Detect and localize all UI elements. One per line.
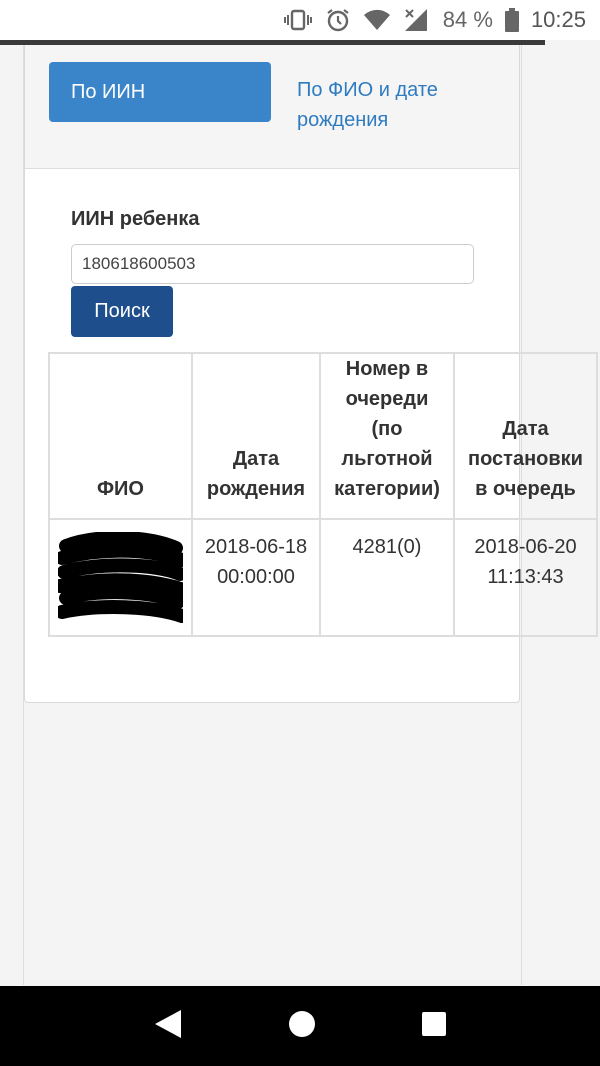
birth-date-cell: 2018-06-18 00:00:00: [191, 518, 321, 637]
results-table: ФИО Дата рождения Номер в очереди (по ль…: [48, 352, 598, 637]
battery-percent: 84 %: [442, 7, 493, 32]
column-header-birth-date: Дата рождения: [191, 352, 321, 520]
registration-date-cell: 2018-06-20 11:13:43: [453, 518, 598, 637]
vibrate-icon: [283, 8, 313, 32]
wifi-icon: [363, 9, 391, 31]
redacted-name: [58, 532, 183, 624]
tab-search-by-fio-and-birthdate[interactable]: По ФИО и дате рождения: [297, 75, 487, 135]
signal-icon: [403, 8, 429, 32]
table-row: 2018-06-18 00:00:00 4281(0) 2018-06-20 1…: [48, 518, 598, 637]
column-header-queue-number: Номер в очереди (по льготной категории): [319, 352, 455, 520]
alarm-icon: [325, 7, 351, 33]
iin-input[interactable]: [71, 244, 474, 284]
battery-icon: [504, 8, 519, 32]
search-tabs: По ИИН По ФИО и дате рождения: [25, 45, 519, 169]
search-button[interactable]: Поиск: [71, 286, 173, 337]
clock: 10:25: [530, 7, 586, 32]
status-bar: 84 % 10:25: [0, 0, 600, 40]
iin-label: ИИН ребенка: [71, 208, 200, 230]
table-header-row: ФИО Дата рождения Номер в очереди (по ль…: [48, 352, 598, 520]
back-icon[interactable]: [153, 1008, 183, 1045]
recents-icon[interactable]: [421, 1011, 447, 1042]
fio-cell-redacted: [48, 518, 193, 637]
column-header-registration-date: Дата постановки в очередь: [453, 352, 598, 520]
redaction-scribble: [58, 532, 183, 623]
queue-number-cell: 4281(0): [319, 518, 455, 637]
home-icon[interactable]: [288, 1010, 316, 1043]
column-header-fio: ФИО: [48, 352, 193, 520]
tab-search-by-iin[interactable]: По ИИН: [49, 62, 271, 122]
android-nav-bar: [0, 986, 600, 1066]
